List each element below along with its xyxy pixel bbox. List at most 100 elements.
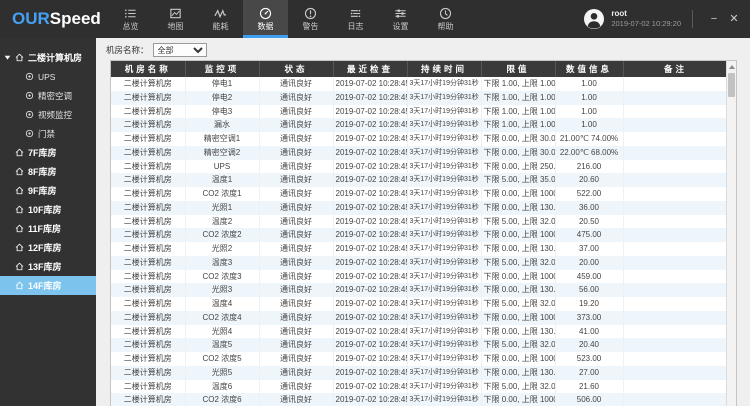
table-row[interactable]: 二楼计算机房停电1通讯良好2019-07-02 10:28:453天17小时19… xyxy=(111,77,728,91)
sidebar-item-9F库房[interactable]: 9F库房 xyxy=(0,181,96,200)
sidebar-item-14F库房[interactable]: 14F库房 xyxy=(0,276,96,295)
table-cell xyxy=(623,132,728,146)
minimize-button[interactable]: − xyxy=(704,0,724,38)
table-cell: 下限 0.00, 上限 130.00 xyxy=(481,325,555,339)
table-cell: 二楼计算机房 xyxy=(111,352,185,366)
table-cell: 二楼计算机房 xyxy=(111,228,185,242)
table-row[interactable]: 二楼计算机房停电3通讯良好2019-07-02 10:28:453天17小时19… xyxy=(111,105,728,119)
nav-item-能耗[interactable]: 能耗 xyxy=(198,0,243,38)
nav-item-日志[interactable]: 日志 xyxy=(333,0,378,38)
nav-item-警告[interactable]: 警告 xyxy=(288,0,333,38)
table-cell: 通讯良好 xyxy=(259,325,333,339)
table-row[interactable]: 二楼计算机房温度1通讯良好2019-07-02 10:28:453天17小时19… xyxy=(111,173,728,187)
table-cell: 光照1 xyxy=(185,201,259,215)
table-row[interactable]: 二楼计算机房精密空调2通讯良好2019-07-02 10:28:453天17小时… xyxy=(111,146,728,160)
table-row[interactable]: 二楼计算机房CO2 浓度4通讯良好2019-07-02 10:28:453天17… xyxy=(111,311,728,325)
table-row[interactable]: 二楼计算机房CO2 浓度1通讯良好2019-07-02 10:28:453天17… xyxy=(111,187,728,201)
table-row[interactable]: 二楼计算机房光照2通讯良好2019-07-02 10:28:453天17小时19… xyxy=(111,242,728,256)
table-row[interactable]: 二楼计算机房温度3通讯良好2019-07-02 10:28:453天17小时19… xyxy=(111,256,728,270)
table-cell: 通讯良好 xyxy=(259,297,333,311)
sidebar-item-UPS[interactable]: UPS xyxy=(0,67,96,86)
table-cell: 216.00 xyxy=(555,160,623,174)
table-row[interactable]: 二楼计算机房停电2通讯良好2019-07-02 10:28:453天17小时19… xyxy=(111,91,728,105)
sidebar-item-7F库房[interactable]: 7F库房 xyxy=(0,143,96,162)
table-row[interactable]: 二楼计算机房精密空调1通讯良好2019-07-02 10:28:453天17小时… xyxy=(111,132,728,146)
table-row[interactable]: 二楼计算机房光照4通讯良好2019-07-02 10:28:453天17小时19… xyxy=(111,325,728,339)
column-header-最近检查: 最近检查 xyxy=(333,61,407,77)
home-icon xyxy=(15,243,24,252)
table-cell: 下限 0.00, 上限 1000.00 xyxy=(481,228,555,242)
table-cell: 3天17小时19分钟31秒 xyxy=(407,352,481,366)
sidebar-item-视频监控[interactable]: 视频监控 xyxy=(0,105,96,124)
table-row[interactable]: 二楼计算机房CO2 浓度6通讯良好2019-07-02 10:28:453天17… xyxy=(111,393,728,406)
table-cell: 2019-07-02 10:28:45 xyxy=(333,380,407,394)
table-cell: 2019-07-02 10:28:45 xyxy=(333,105,407,119)
sidebar-item-8F库房[interactable]: 8F库房 xyxy=(0,162,96,181)
table-cell: 2019-07-02 10:28:45 xyxy=(333,366,407,380)
sidebar-item-二楼计算机房[interactable]: 二楼计算机房 xyxy=(0,48,96,67)
sidebar-item-label: 视频监控 xyxy=(38,109,72,121)
sidebar-item-12F库房[interactable]: 12F库房 xyxy=(0,238,96,257)
table-row[interactable]: 二楼计算机房温度2通讯良好2019-07-02 10:28:453天17小时19… xyxy=(111,215,728,229)
sidebar-item-门禁[interactable]: 门禁 xyxy=(0,124,96,143)
scrollbar-thumb[interactable] xyxy=(728,73,735,97)
nav-item-设置[interactable]: 设置 xyxy=(378,0,423,38)
home-icon xyxy=(15,262,24,271)
table-row[interactable]: 二楼计算机房光照1通讯良好2019-07-02 10:28:453天17小时19… xyxy=(111,201,728,215)
table-cell: 通讯良好 xyxy=(259,201,333,215)
table-row[interactable]: 二楼计算机房光照5通讯良好2019-07-02 10:28:453天17小时19… xyxy=(111,366,728,380)
table-cell: 停电2 xyxy=(185,91,259,105)
caret-down-icon[interactable] xyxy=(4,54,11,61)
close-button[interactable]: ✕ xyxy=(724,0,744,38)
table-cell: 下限 0.00, 上限 30.00 xyxy=(481,132,555,146)
table-row[interactable]: 二楼计算机房CO2 浓度5通讯良好2019-07-02 10:28:453天17… xyxy=(111,352,728,366)
table-row[interactable]: 二楼计算机房CO2 浓度3通讯良好2019-07-02 10:28:453天17… xyxy=(111,270,728,284)
table-cell: 二楼计算机房 xyxy=(111,366,185,380)
table-cell: CO2 浓度2 xyxy=(185,228,259,242)
table-cell: 下限 0.00, 上限 1000.00 xyxy=(481,393,555,406)
table-cell: 20.50 xyxy=(555,215,623,229)
filter-bar: 机房名称： 全部 xyxy=(106,43,207,57)
room-filter-select[interactable]: 全部 xyxy=(153,43,207,57)
sidebar-item-13F库房[interactable]: 13F库房 xyxy=(0,257,96,276)
table-cell: 3天17小时19分钟31秒 xyxy=(407,311,481,325)
sidebar-item-label: UPS xyxy=(38,72,55,82)
table-row[interactable]: 二楼计算机房温度4通讯良好2019-07-02 10:28:453天17小时19… xyxy=(111,297,728,311)
table-cell: 通讯良好 xyxy=(259,91,333,105)
table-cell: 36.00 xyxy=(555,201,623,215)
table-scrollbar[interactable] xyxy=(726,61,736,406)
sidebar-item-10F库房[interactable]: 10F库房 xyxy=(0,200,96,219)
table-cell: 下限 5.00, 上限 32.00 xyxy=(481,380,555,394)
table-cell xyxy=(623,228,728,242)
sidebar-item-label: 精密空调 xyxy=(38,90,72,102)
nav-item-地图[interactable]: 地图 xyxy=(153,0,198,38)
table-cell: 下限 1.00, 上限 1.00 xyxy=(481,77,555,91)
scroll-up-icon[interactable] xyxy=(729,65,735,69)
target-icon xyxy=(25,72,34,81)
sidebar-item-11F库房[interactable]: 11F库房 xyxy=(0,219,96,238)
table-cell: 2019-07-02 10:28:45 xyxy=(333,393,407,406)
table-cell: 下限 5.00, 上限 32.00 xyxy=(481,338,555,352)
table-row[interactable]: 二楼计算机房温度6通讯良好2019-07-02 10:28:453天17小时19… xyxy=(111,380,728,394)
table-cell xyxy=(623,201,728,215)
table-row[interactable]: 二楼计算机房光照3通讯良好2019-07-02 10:28:453天17小时19… xyxy=(111,283,728,297)
table-row[interactable]: 二楼计算机房温度5通讯良好2019-07-02 10:28:453天17小时19… xyxy=(111,338,728,352)
sidebar: 二楼计算机房 UPS 精密空调视频监控门禁7F库房8F库房9F库房10F库房11F库… xyxy=(0,38,96,406)
table-cell: 二楼计算机房 xyxy=(111,297,185,311)
user-avatar-icon[interactable] xyxy=(583,8,605,30)
table-cell xyxy=(623,352,728,366)
nav-item-数据[interactable]: 数据 xyxy=(243,0,288,38)
sidebar-item-精密空调[interactable]: 精密空调 xyxy=(0,86,96,105)
table-cell: 3天17小时19分钟31秒 xyxy=(407,270,481,284)
table-row[interactable]: 二楼计算机房漏水通讯良好2019-07-02 10:28:453天17小时19分… xyxy=(111,118,728,132)
table-cell: 56.00 xyxy=(555,283,623,297)
nav-item-总览[interactable]: 总览 xyxy=(108,0,153,38)
table-row[interactable]: 二楼计算机房UPS通讯良好2019-07-02 10:28:453天17小时19… xyxy=(111,160,728,174)
table-cell: 3天17小时19分钟31秒 xyxy=(407,325,481,339)
table-cell: 下限 5.00, 上限 32.00 xyxy=(481,215,555,229)
nav-item-帮助[interactable]: 帮助 xyxy=(423,0,468,38)
table-cell: 二楼计算机房 xyxy=(111,338,185,352)
table-row[interactable]: 二楼计算机房CO2 浓度2通讯良好2019-07-02 10:28:453天17… xyxy=(111,228,728,242)
logo-text-white: Speed xyxy=(50,9,101,29)
table-cell: 2019-07-02 10:28:45 xyxy=(333,338,407,352)
